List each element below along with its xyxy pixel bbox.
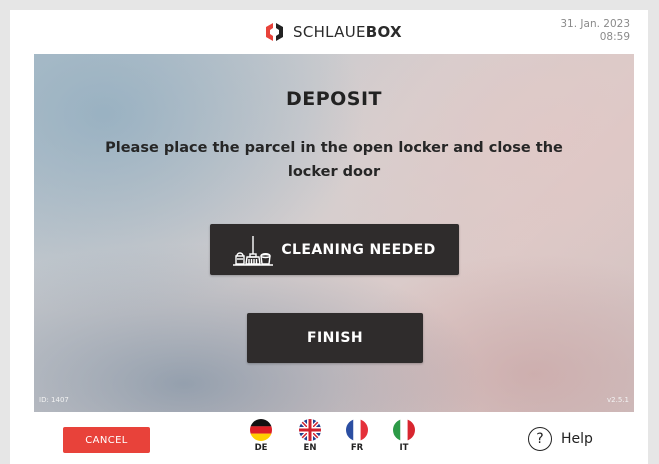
help-label: Help: [561, 431, 593, 447]
logo: SCHLAUEBOX: [263, 20, 402, 44]
main-panel: DEPOSIT Please place the parcel in the o…: [34, 54, 634, 412]
time: 08:59: [599, 31, 630, 43]
brand-name-bold: BOX: [365, 23, 402, 41]
german-flag-icon: [250, 419, 272, 441]
page-title: DEPOSIT: [285, 88, 383, 110]
language-fr[interactable]: FR: [342, 419, 372, 453]
finish-label: FINISH: [307, 330, 363, 346]
kiosk-screen: SCHLAUEBOX 31. Jan. 2023 08:59 DEPOSIT P…: [10, 10, 648, 464]
help-button[interactable]: ? Help: [528, 424, 593, 454]
help-icon: ?: [528, 427, 552, 451]
language-code: IT: [399, 443, 409, 453]
language-code: DE: [254, 443, 268, 453]
header: SCHLAUEBOX 31. Jan. 2023 08:59: [10, 10, 648, 54]
cleaning-needed-button[interactable]: CLEANING NEEDED: [210, 224, 459, 275]
instruction-message: Please place the parcel in the open lock…: [105, 140, 563, 180]
italian-flag-icon: [393, 419, 415, 441]
brand-name: SCHLAUEBOX: [293, 23, 402, 41]
cancel-button[interactable]: CANCEL: [63, 427, 150, 453]
terminal-id: ID: 1407: [39, 396, 69, 404]
language-de[interactable]: DE: [246, 419, 276, 453]
finish-button[interactable]: FINISH: [247, 313, 423, 363]
cleaning-needed-label: CLEANING NEEDED: [281, 241, 436, 258]
cleaning-icon: [233, 235, 274, 266]
date-time: 31. Jan. 2023 08:59: [560, 18, 630, 44]
french-flag-icon: [346, 419, 368, 441]
version-label: v2.5.1: [607, 396, 629, 404]
date: 31. Jan. 2023: [560, 18, 630, 30]
language-code: EN: [303, 443, 317, 453]
schlauebox-logo-icon: [266, 23, 283, 41]
language-code: FR: [350, 443, 364, 453]
uk-flag-icon: [299, 419, 321, 441]
brand-name-light: SCHLAUE: [293, 23, 366, 41]
language-it[interactable]: IT: [389, 419, 419, 453]
language-en[interactable]: EN: [295, 419, 325, 453]
footer: CANCEL DE EN FR IT ? Help: [10, 412, 648, 464]
